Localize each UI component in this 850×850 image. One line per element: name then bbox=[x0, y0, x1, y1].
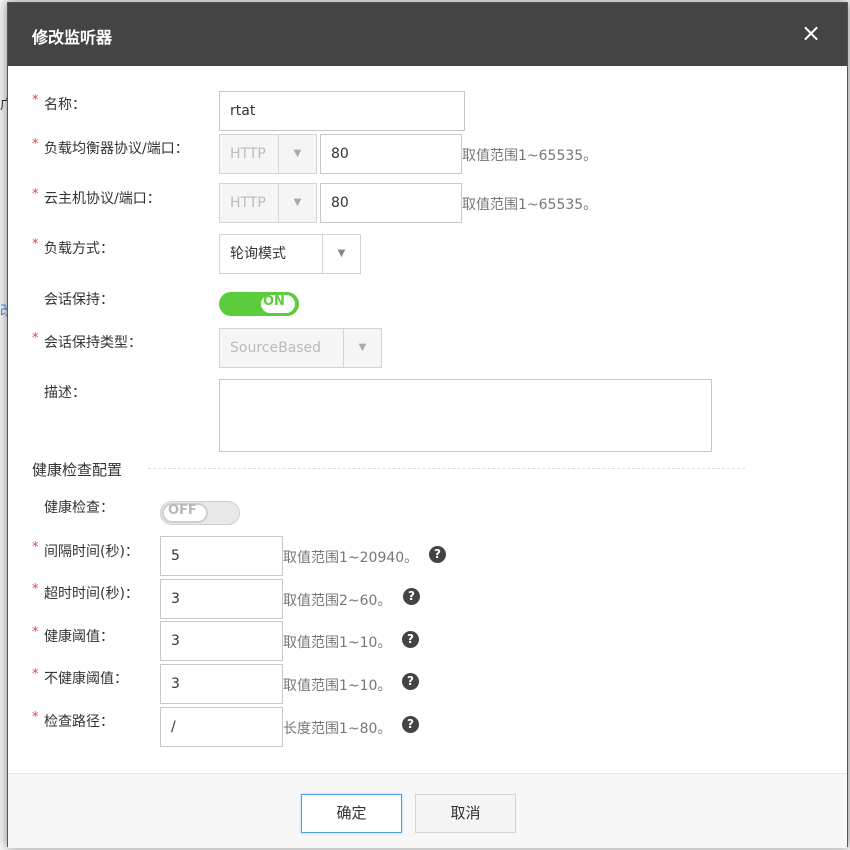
interval-hint: 取值范围1~20940。 bbox=[283, 550, 419, 566]
unhealthy-threshold-label: 不健康阈值： bbox=[44, 671, 128, 687]
chevron-down-icon: ▼ bbox=[278, 135, 316, 173]
session-type-select[interactable]: SourceBased ▼ bbox=[219, 328, 382, 368]
interval-label: 间隔时间(秒)： bbox=[44, 544, 139, 560]
help-icon[interactable]: ? bbox=[402, 631, 419, 648]
health-check-label: 健康检查： bbox=[44, 500, 114, 516]
required-mark: * bbox=[32, 187, 39, 202]
chevron-down-icon: ▼ bbox=[322, 235, 360, 273]
health-section-title: 健康检查配置 bbox=[32, 461, 123, 479]
vm-protocol-select[interactable]: HTTP ▼ bbox=[219, 183, 317, 223]
dialog-header: 修改监听器 × bbox=[8, 3, 847, 66]
name-label: 名称： bbox=[44, 97, 86, 113]
chevron-down-icon: ▼ bbox=[278, 184, 316, 222]
session-type-value: SourceBased bbox=[230, 340, 322, 356]
help-icon[interactable]: ? bbox=[402, 673, 419, 690]
section-divider bbox=[148, 468, 745, 469]
chevron-down-icon: ▼ bbox=[343, 329, 381, 367]
close-icon[interactable]: × bbox=[797, 19, 825, 47]
lb-port-input[interactable]: 80 bbox=[320, 134, 462, 174]
interval-input[interactable]: 5 bbox=[160, 536, 283, 576]
help-icon[interactable]: ? bbox=[429, 546, 446, 563]
confirm-button[interactable]: 确定 bbox=[301, 794, 402, 833]
lb-method-select[interactable]: 轮询模式 ▼ bbox=[219, 234, 361, 274]
dialog-title: 修改监听器 bbox=[32, 28, 113, 47]
required-mark: * bbox=[32, 710, 39, 725]
session-type-label: 会话保持类型： bbox=[44, 335, 142, 351]
required-mark: * bbox=[32, 540, 39, 555]
required-mark: * bbox=[32, 93, 39, 108]
healthy-threshold-hint: 取值范围1~10。 bbox=[283, 635, 392, 651]
required-mark: * bbox=[32, 137, 39, 152]
lb-protocol-label: 负载均衡器协议/端口： bbox=[44, 141, 189, 157]
required-mark: * bbox=[32, 625, 39, 640]
required-mark: * bbox=[32, 582, 39, 597]
toggle-state: OFF bbox=[168, 503, 197, 518]
timeout-input[interactable]: 3 bbox=[160, 579, 283, 619]
required-mark: * bbox=[32, 237, 39, 252]
session-persistence-label: 会话保持： bbox=[44, 292, 114, 308]
timeout-hint: 取值范围2~60。 bbox=[283, 593, 392, 609]
toggle-state: ON bbox=[263, 294, 285, 309]
dialog-footer: 确定 取消 bbox=[8, 774, 847, 848]
session-persistence-toggle[interactable]: ON bbox=[219, 292, 299, 316]
vm-port-hint: 取值范围1~65535。 bbox=[462, 197, 598, 213]
health-check-toggle[interactable]: OFF bbox=[160, 501, 240, 525]
description-label: 描述： bbox=[44, 385, 86, 401]
lb-protocol-select[interactable]: HTTP ▼ bbox=[219, 134, 317, 174]
healthy-threshold-input[interactable]: 3 bbox=[160, 621, 283, 661]
required-mark: * bbox=[32, 667, 39, 682]
check-path-hint: 长度范围1~80。 bbox=[283, 721, 392, 737]
lb-protocol-value: HTTP bbox=[230, 146, 266, 162]
required-mark: * bbox=[32, 331, 39, 346]
unhealthy-threshold-hint: 取值范围1~10。 bbox=[283, 678, 392, 694]
lb-port-hint: 取值范围1~65535。 bbox=[462, 148, 598, 164]
description-textarea[interactable] bbox=[219, 379, 712, 452]
name-input[interactable]: rtat bbox=[219, 91, 465, 131]
vm-port-input[interactable]: 80 bbox=[320, 183, 462, 223]
lb-method-label: 负载方式： bbox=[44, 241, 114, 257]
check-path-input[interactable]: / bbox=[160, 707, 283, 747]
unhealthy-threshold-input[interactable]: 3 bbox=[160, 664, 283, 704]
help-icon[interactable]: ? bbox=[402, 716, 419, 733]
check-path-label: 检查路径： bbox=[44, 714, 114, 730]
healthy-threshold-label: 健康阈值： bbox=[44, 629, 114, 645]
modify-listener-dialog: 修改监听器 × * 名称： rtat * 负载均衡器协议/端口： HTTP ▼ … bbox=[7, 2, 848, 848]
lb-method-value: 轮询模式 bbox=[230, 246, 286, 262]
help-icon[interactable]: ? bbox=[403, 588, 420, 605]
cancel-button[interactable]: 取消 bbox=[415, 794, 516, 833]
timeout-label: 超时时间(秒)： bbox=[44, 586, 139, 602]
vm-protocol-value: HTTP bbox=[230, 195, 266, 211]
vm-protocol-label: 云主机协议/端口： bbox=[44, 191, 161, 207]
